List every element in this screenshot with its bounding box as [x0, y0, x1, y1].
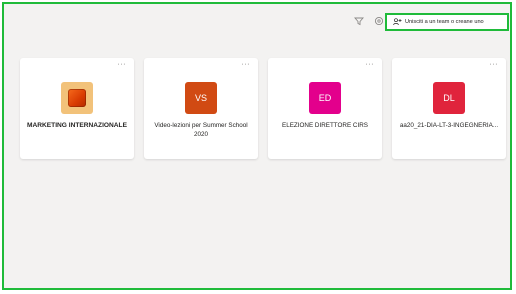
toolbar: Unisciti a un team o creane uno [4, 4, 510, 38]
team-initials: DL [443, 93, 455, 103]
join-or-create-team-button[interactable]: Unisciti a un team o creane uno [385, 13, 509, 31]
team-logo-icon [68, 89, 86, 107]
gear-icon[interactable] [372, 14, 386, 28]
more-options-icon[interactable]: ··· [490, 61, 499, 69]
more-options-icon[interactable]: ··· [242, 61, 251, 69]
team-name: ELEZIONE DIRETTORE CIRS [282, 122, 368, 129]
more-options-icon[interactable]: ··· [118, 61, 127, 69]
join-button-label: Unisciti a un team o creane uno [405, 19, 484, 25]
team-avatar [61, 82, 93, 114]
team-name: Video-lezioni per Summer School 2020 [154, 122, 248, 138]
team-initials: VS [194, 93, 207, 103]
team-initials: ED [318, 93, 332, 103]
team-avatar: DL [433, 82, 465, 114]
team-avatar: ED [309, 82, 341, 114]
team-card-marketing[interactable]: ··· MARKETING INTERNAZIONALE [20, 58, 134, 159]
team-name: aa20_21-DIA-LT-3-INGEGNERIA... [399, 122, 499, 129]
more-options-icon[interactable]: ··· [366, 61, 375, 69]
team-card-elezione[interactable]: ··· ED ELEZIONE DIRETTORE CIRS [268, 58, 382, 159]
team-name: MARKETING INTERNAZIONALE [26, 122, 127, 129]
team-card-ingegneria[interactable]: ··· DL aa20_21-DIA-LT-3-INGEGNERIA... [392, 58, 506, 159]
filter-icon[interactable] [352, 14, 366, 28]
people-add-icon [393, 18, 402, 26]
team-card-summer-school[interactable]: ··· VS Video-lezioni per Summer School 2… [144, 58, 258, 159]
teams-window: Unisciti a un team o creane uno ··· MARK… [2, 2, 512, 290]
team-avatar: VS [185, 82, 217, 114]
